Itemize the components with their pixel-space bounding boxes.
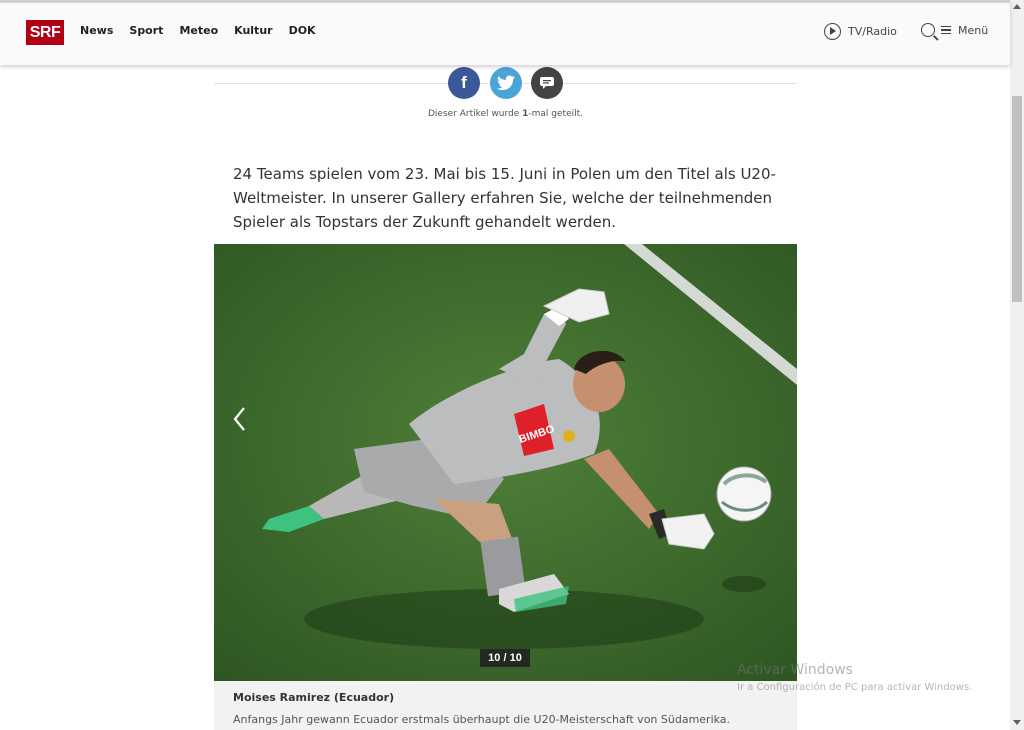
- top-navigation-bar: SRF News Sport Meteo Kultur DOK TV/Radio…: [0, 0, 1010, 65]
- twitter-icon: [497, 75, 515, 91]
- chevron-left-icon: [233, 407, 245, 431]
- comment-icon: [540, 77, 554, 89]
- nav-item-meteo[interactable]: Meteo: [179, 24, 218, 37]
- comment-button[interactable]: [531, 67, 563, 99]
- scroll-thumb[interactable]: [1012, 96, 1022, 302]
- tvradio-label: TV/Radio: [848, 25, 897, 38]
- main-nav: News Sport Meteo Kultur DOK: [80, 24, 316, 37]
- twitter-share-button[interactable]: [490, 67, 522, 99]
- nav-item-sport[interactable]: Sport: [129, 24, 163, 37]
- nav-item-news[interactable]: News: [80, 24, 113, 37]
- gallery-caption: Moises Ramirez (Ecuador) Anfangs Jahr ge…: [214, 681, 797, 730]
- scroll-down-icon[interactable]: [1013, 720, 1021, 725]
- scroll-up-icon[interactable]: [1013, 4, 1021, 9]
- menu-button[interactable]: Menü: [921, 23, 988, 37]
- gallery-counter: 10 / 10: [480, 649, 530, 667]
- page-scrollbar[interactable]: [1010, 0, 1024, 730]
- article-lead: 24 Teams spielen vom 23. Mai bis 15. Jun…: [233, 165, 776, 231]
- tvradio-button[interactable]: TV/Radio: [824, 23, 897, 40]
- photo-gallery[interactable]: BIMBO 10 / 10: [214, 244, 797, 681]
- caption-text: Anfangs Jahr gewann Ecuador erstmals übe…: [233, 713, 731, 726]
- windows-activation-title: Activar Windows: [737, 662, 853, 678]
- facebook-icon: f: [461, 73, 467, 92]
- hamburger-icon: [941, 25, 951, 35]
- nav-item-dok[interactable]: DOK: [289, 24, 316, 37]
- facebook-share-button[interactable]: f: [448, 67, 480, 99]
- gallery-prev-button[interactable]: [230, 404, 250, 434]
- srf-logo[interactable]: SRF: [26, 20, 64, 45]
- nav-item-kultur[interactable]: Kultur: [234, 24, 272, 37]
- search-icon[interactable]: [921, 23, 935, 37]
- caption-title: Moises Ramirez (Ecuador): [233, 691, 395, 704]
- gallery-photo: BIMBO: [214, 244, 797, 681]
- share-count-text: Dieser Artikel wurde 1-mal geteilt.: [427, 109, 584, 119]
- windows-activation-subtitle: Ir a Configuración de PC para activar Wi…: [737, 682, 973, 693]
- menu-label: Menü: [958, 23, 989, 37]
- play-icon: [824, 23, 841, 40]
